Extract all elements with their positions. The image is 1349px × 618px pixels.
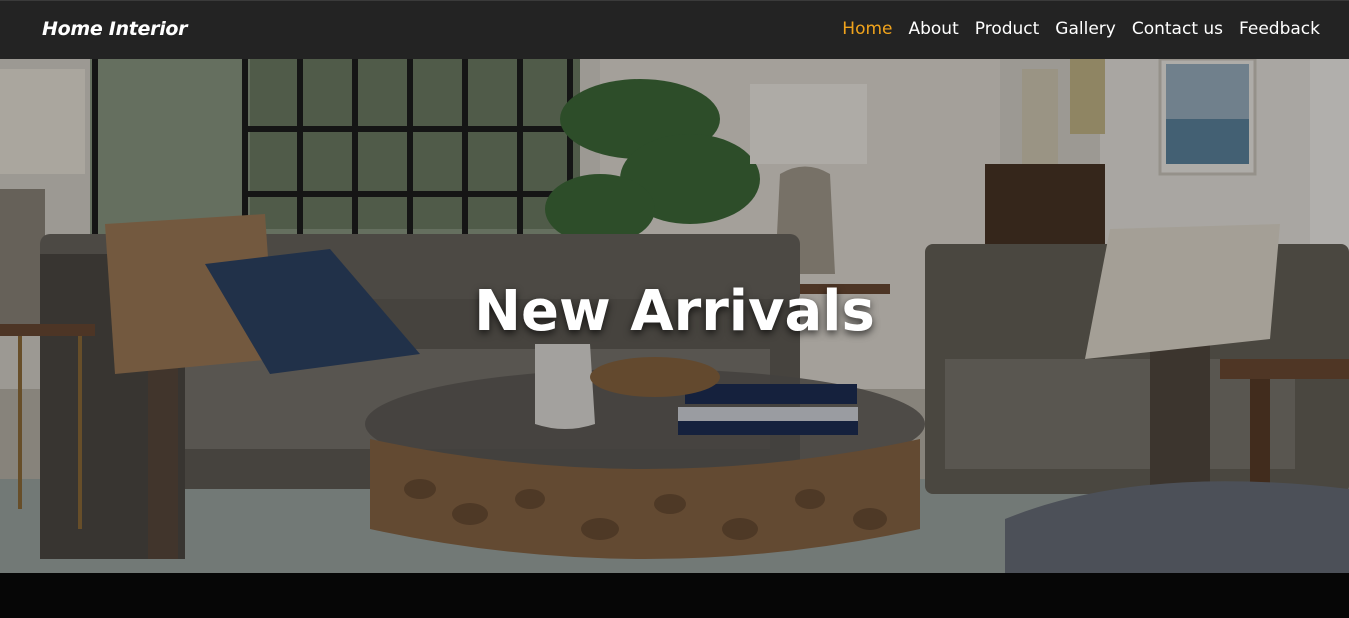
nav-link-contact-us[interactable]: Contact us	[1132, 19, 1223, 39]
hero-banner: New Arrivals	[0, 59, 1349, 573]
nav-menu: Home About Product Gallery Contact us Fe…	[842, 19, 1320, 39]
navbar: Home Interior Home About Product Gallery…	[0, 0, 1349, 59]
nav-link-gallery[interactable]: Gallery	[1055, 19, 1116, 39]
nav-link-home[interactable]: Home	[842, 19, 892, 39]
nav-link-product[interactable]: Product	[975, 19, 1040, 39]
hero-title: New Arrivals	[474, 279, 875, 344]
nav-link-about[interactable]: About	[908, 19, 958, 39]
nav-link-feedback[interactable]: Feedback	[1239, 19, 1320, 39]
page-bottom-section	[0, 573, 1349, 618]
brand-logo[interactable]: Home Interior	[42, 18, 188, 40]
